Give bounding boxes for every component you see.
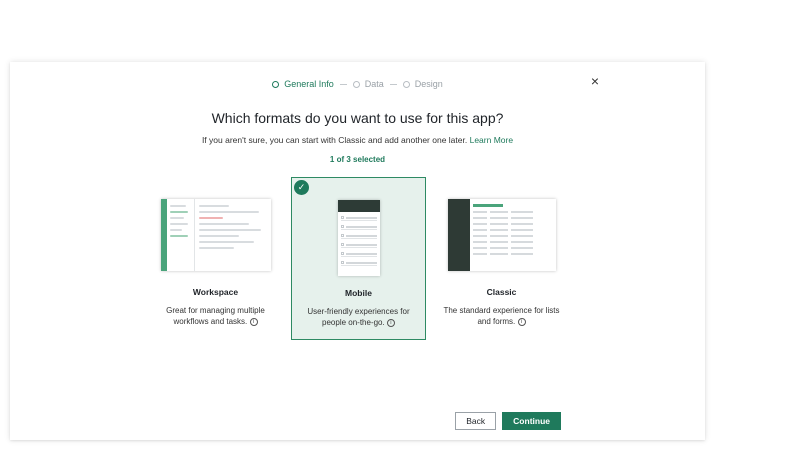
info-icon[interactable]: i	[517, 317, 526, 326]
step-circle-icon	[352, 80, 360, 88]
format-card-workspace[interactable]: Workspace Great for managing multiple wo…	[148, 177, 283, 340]
step-circle-icon	[272, 80, 280, 88]
card-description: The standard experience for lists and fo…	[443, 306, 560, 326]
wizard-stepper: General Info Data Design	[10, 79, 705, 89]
step-separator	[389, 83, 397, 85]
close-icon[interactable]: ×	[591, 74, 599, 88]
learn-more-link[interactable]: Learn More	[470, 135, 513, 145]
card-description: User-friendly experiences for people on-…	[307, 307, 410, 327]
step-label: General Info	[284, 79, 334, 89]
step-label: Data	[364, 79, 384, 89]
info-icon[interactable]: i	[249, 317, 258, 326]
card-description: Great for managing multiple workflows an…	[166, 306, 265, 326]
format-selection-dialog: General Info Data Design × Which formats…	[10, 62, 705, 440]
format-card-classic[interactable]: Classic The standard experience for list…	[434, 177, 569, 340]
classic-preview-image	[447, 199, 556, 271]
step-label: Design	[414, 79, 443, 89]
dialog-subtitle: If you aren't sure, you can start with C…	[10, 135, 705, 145]
step-circle-icon	[402, 80, 410, 88]
selection-count: 1 of 3 selected	[329, 155, 386, 164]
step-separator	[339, 83, 347, 85]
dialog-title: Which formats do you want to use for thi…	[211, 110, 504, 126]
workspace-preview-image	[160, 199, 271, 271]
dialog-footer: Back Continue	[455, 412, 561, 430]
step-general-info: General Info	[272, 79, 334, 89]
card-title: Classic	[486, 287, 517, 297]
back-button[interactable]: Back	[455, 412, 497, 430]
subtitle-text: If you aren't sure, you can start with C…	[201, 135, 468, 145]
checkmark-icon: ✓	[294, 180, 309, 195]
mobile-preview-image	[337, 200, 380, 276]
card-title: Mobile	[345, 288, 372, 298]
continue-button[interactable]: Continue	[502, 412, 561, 430]
card-title: Workspace	[192, 287, 239, 297]
info-icon[interactable]: i	[386, 318, 395, 327]
step-design: Design	[402, 79, 443, 89]
step-data: Data	[352, 79, 384, 89]
format-card-mobile[interactable]: ✓ Mobile User-friendly experiences for p…	[291, 177, 426, 340]
